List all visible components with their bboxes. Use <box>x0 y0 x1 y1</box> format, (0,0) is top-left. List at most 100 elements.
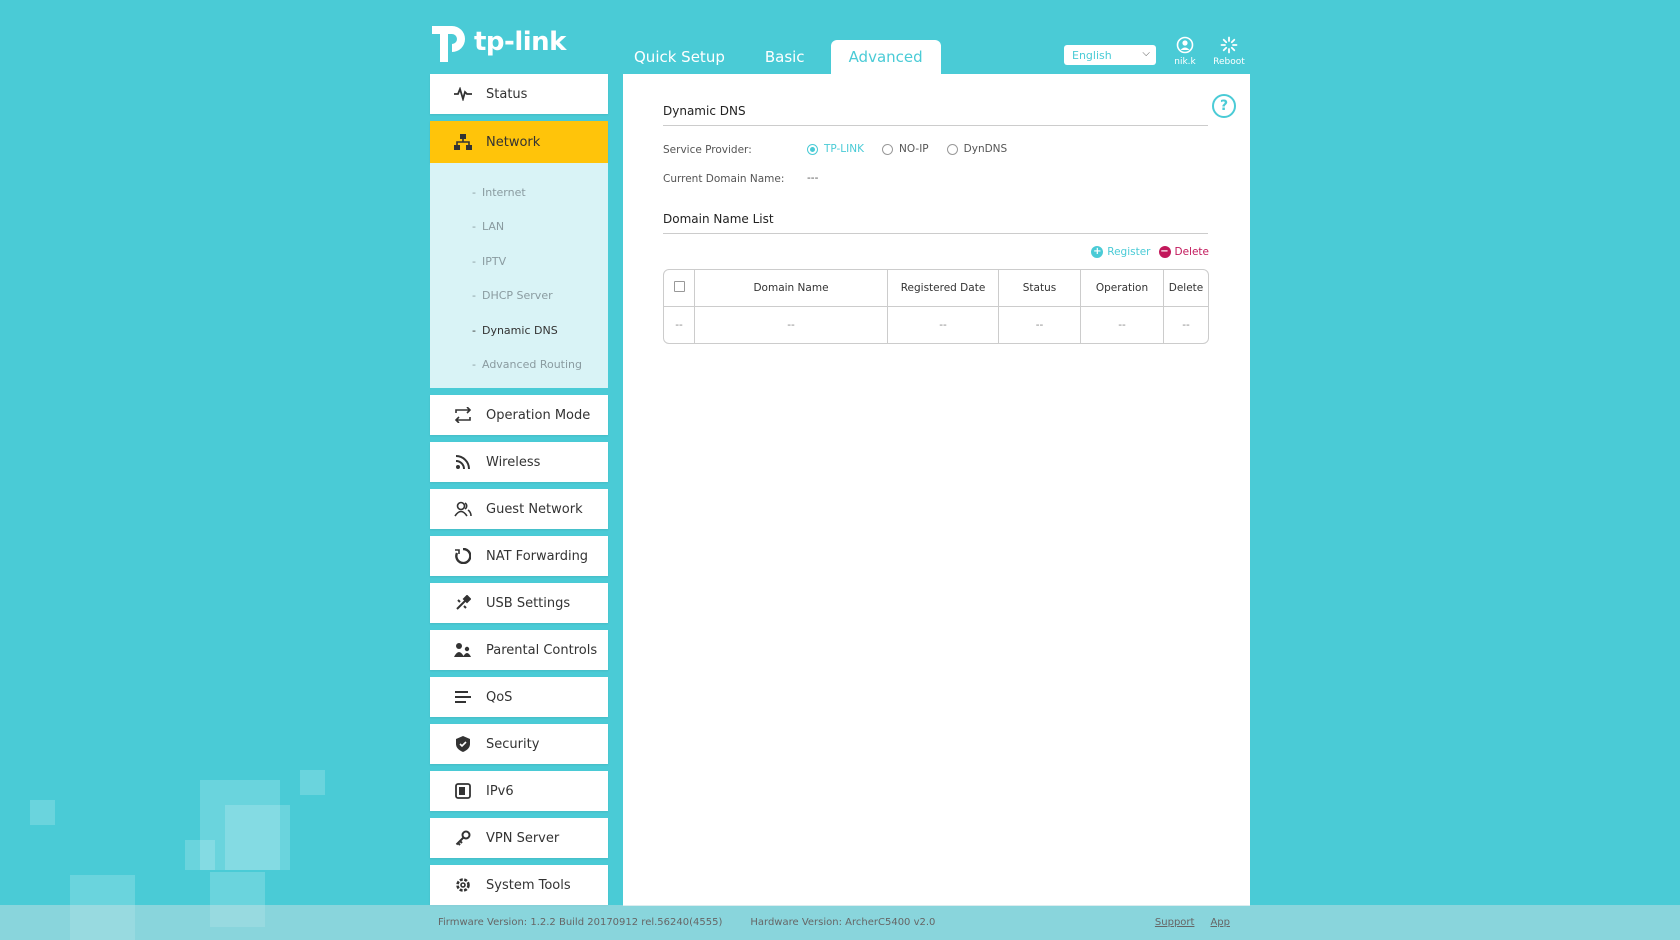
users-icon <box>452 498 474 520</box>
select-all-cell <box>664 270 695 307</box>
column-header: Operation <box>1081 270 1164 307</box>
table-header-row: Domain Name Registered Date Status Opera… <box>664 270 1208 307</box>
qos-icon <box>452 686 474 708</box>
wifi-icon <box>452 451 474 473</box>
reboot-label: Reboot <box>1213 57 1245 67</box>
network-submenu: - Internet - LAN - IPTV - DHCP Server - Dynam… <box>430 163 608 388</box>
service-provider-label: Service Provider: <box>663 144 752 156</box>
reboot-button[interactable]: Reboot <box>1212 36 1246 67</box>
tab-basic[interactable]: Basic <box>751 40 823 74</box>
section-title-dynamic-dns: Dynamic DNS <box>663 104 1208 126</box>
sidebar-item-usb-settings[interactable]: USB Settings <box>430 583 608 623</box>
app-link[interactable]: App <box>1210 917 1230 928</box>
sidebar-item-system-tools[interactable]: System Tools <box>430 865 608 905</box>
sidebar-item-qos[interactable]: QoS <box>430 677 608 717</box>
background-decoration <box>185 840 215 870</box>
sidebar-item-label: Guest Network <box>486 501 583 517</box>
footer-links: Support App <box>1155 917 1230 928</box>
key-icon <box>452 827 474 849</box>
network-icon <box>452 131 474 153</box>
submenu-item-advanced-routing[interactable]: - Advanced Routing <box>430 348 608 383</box>
family-icon <box>452 639 474 661</box>
submenu-item-iptv[interactable]: - IPTV <box>430 244 608 279</box>
tab-advanced[interactable]: Advanced <box>830 40 941 76</box>
submenu-item-dynamic-dns[interactable]: - Dynamic DNS <box>430 313 608 348</box>
firmware-version: Firmware Version: 1.2.2 Build 20170912 r… <box>438 917 723 928</box>
tp-link-logo-icon <box>430 22 470 62</box>
table-cell: -- <box>1081 307 1164 343</box>
shield-icon <box>452 733 474 755</box>
sidebar-item-ipv6[interactable]: IPv6 <box>430 771 608 811</box>
sidebar-item-label: QoS <box>486 689 513 705</box>
table-cell: -- <box>1182 319 1190 331</box>
sidebar-item-label: NAT Forwarding <box>486 548 589 564</box>
radio-dot <box>946 143 958 155</box>
background-decoration <box>225 805 290 870</box>
language-select[interactable]: English ⌵ <box>1064 45 1156 65</box>
sidebar: Status Network - Internet - LAN - IPTV - DHC… <box>430 74 608 912</box>
main-content: ? Dynamic DNS Service Provider: TP-LINK … <box>623 74 1250 906</box>
user-button[interactable]: nik.k <box>1168 36 1202 67</box>
column-header: Status <box>999 270 1081 307</box>
sidebar-item-nat-forwarding[interactable]: NAT Forwarding <box>430 536 608 576</box>
tp-link-logo: tp-link <box>430 22 566 62</box>
sidebar-item-parental-controls[interactable]: Parental Controls <box>430 630 608 670</box>
sidebar-item-vpn-server[interactable]: VPN Server <box>430 818 608 858</box>
table-cell: -- <box>888 307 999 343</box>
radio-dot <box>882 143 893 155</box>
gear-icon <box>452 874 474 896</box>
table-cell: -- <box>695 307 888 343</box>
ipv6-icon <box>452 780 474 802</box>
radio-no-ip[interactable]: NO-IP <box>882 143 929 155</box>
mode-icon <box>452 404 474 426</box>
pulse-icon <box>452 83 474 105</box>
footer: Firmware Version: 1.2.2 Build 20170912 r… <box>0 905 1680 940</box>
user-label: nik.k <box>1174 57 1196 67</box>
sidebar-item-label: Status <box>486 86 528 102</box>
sidebar-item-status[interactable]: Status <box>430 74 608 114</box>
section-title-domain-list: Domain Name List <box>663 212 1208 234</box>
list-actions: + Register − Delete <box>1091 246 1209 258</box>
sidebar-item-label: IPv6 <box>486 783 514 799</box>
sidebar-item-label: Wireless <box>486 454 541 470</box>
brand-name: tp-link <box>474 27 566 57</box>
table-cell: -- <box>664 307 695 343</box>
top-tabs: Quick Setup Basic Advanced <box>620 40 941 76</box>
sidebar-item-label: VPN Server <box>486 830 560 846</box>
support-link[interactable]: Support <box>1155 917 1195 928</box>
column-header: Delete <box>1164 270 1208 307</box>
submenu-item-dhcp-server[interactable]: - DHCP Server <box>430 279 608 314</box>
user-icon <box>1176 36 1194 54</box>
sidebar-item-network[interactable]: Network <box>430 121 608 163</box>
background-decoration <box>300 770 325 795</box>
sidebar-item-wireless[interactable]: Wireless <box>430 442 608 482</box>
register-button[interactable]: + Register <box>1091 246 1151 258</box>
language-value: English <box>1072 48 1112 62</box>
plus-circle-icon: + <box>1091 246 1104 258</box>
submenu-item-internet[interactable]: - Internet <box>430 175 608 210</box>
sidebar-item-guest-network[interactable]: Guest Network <box>430 489 608 529</box>
sidebar-item-security[interactable]: Security <box>430 724 608 764</box>
radio-dyndns[interactable]: DynDNS <box>946 143 1007 155</box>
sidebar-item-operation-mode[interactable]: Operation Mode <box>430 395 608 435</box>
domain-name-table: Domain Name Registered Date Status Opera… <box>663 269 1209 344</box>
sidebar-item-label: System Tools <box>486 877 571 893</box>
radio-tp-link[interactable]: TP-LINK <box>807 143 864 155</box>
sidebar-item-label: Network <box>486 134 541 150</box>
sidebar-item-label: Operation Mode <box>486 407 591 423</box>
table-cell: -- <box>999 307 1081 343</box>
footer-inner: Firmware Version: 1.2.2 Build 20170912 r… <box>430 905 1250 940</box>
reboot-icon <box>1220 36 1238 54</box>
usb-icon <box>452 592 474 614</box>
service-provider-radio-group: TP-LINK NO-IP DynDNS <box>807 143 1007 155</box>
radio-dot <box>807 143 818 155</box>
current-domain-value: --- <box>807 172 819 184</box>
background-decoration <box>30 800 55 825</box>
tab-quick-setup[interactable]: Quick Setup <box>620 40 743 74</box>
column-header: Registered Date <box>888 270 999 307</box>
delete-button[interactable]: − Delete <box>1158 246 1209 258</box>
select-all-checkbox[interactable] <box>673 281 685 292</box>
submenu-item-lan[interactable]: - LAN <box>430 210 608 245</box>
help-icon[interactable]: ? <box>1212 94 1236 118</box>
column-header: Domain Name <box>695 270 888 307</box>
